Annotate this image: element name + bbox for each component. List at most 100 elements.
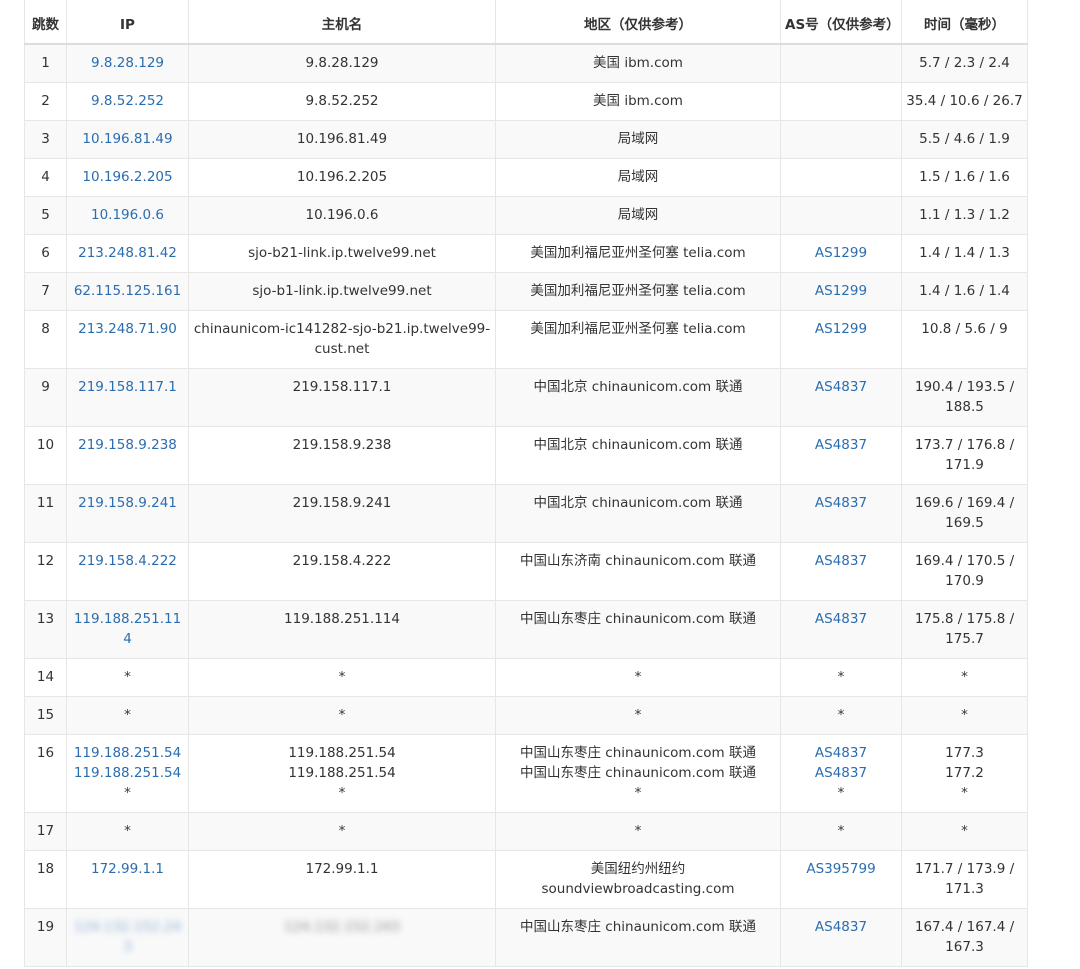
table-row: 7 62.115.125.161 sjo-b1-link.ip.twelve99.n… — [24, 272, 1028, 311]
region-cell: 中国北京 chinaunicom.com 联通 — [495, 368, 781, 427]
table-row: 15 * * * * * — [24, 696, 1028, 735]
ip-link[interactable]: 9.8.52.252 — [71, 91, 184, 111]
host-value: 10.196.2.205 — [296, 169, 388, 185]
region-cell: 中国山东枣庄 chinaunicom.com 联通 — [495, 908, 781, 967]
region-cell: 美国加利福尼亚州圣何塞 telia.com — [495, 310, 781, 369]
table-header: 跳数 IP 主机名 地区（仅供参考） AS号（仅供参考） 时间（毫秒） — [24, 0, 1028, 45]
ip-link[interactable]: 62.115.125.161 — [71, 281, 184, 301]
time-value: 171.7 / 173.9 / 171.3 — [914, 861, 1015, 897]
time-value: * — [961, 669, 968, 685]
asn-link[interactable]: AS4837 — [785, 377, 897, 397]
asn-link[interactable]: AS395799 — [785, 859, 897, 879]
host-value: 119.188.251.114 — [284, 611, 400, 627]
region-value: * — [634, 707, 642, 723]
ip-link[interactable]: 219.158.9.238 — [71, 435, 184, 455]
time-value: 167.4 / 167.4 / 167.3 — [914, 919, 1015, 955]
ip-link[interactable]: 119.188.251.114 — [71, 609, 184, 649]
asn-link[interactable]: AS1299 — [785, 281, 897, 301]
hostname-cell: * — [188, 658, 496, 697]
time-cell: 175.8 / 175.8 / 175.7 — [901, 600, 1028, 659]
asn-cell: AS4837 — [780, 484, 902, 543]
asn-cell: AS1299 — [780, 310, 902, 369]
ip-link[interactable]: 219.158.4.222 — [71, 551, 184, 571]
asn-cell: AS395799 — [780, 850, 902, 909]
ip-link[interactable]: 219.158.117.1 — [71, 377, 184, 397]
header-asn: AS号（仅供参考） — [780, 0, 902, 45]
header-region: 地区（仅供参考） — [495, 0, 781, 45]
ip-cell: 10.196.2.205 — [66, 158, 189, 197]
asn-link[interactable]: AS4837 — [785, 551, 897, 571]
time-cell: 167.4 / 167.4 / 167.3 — [901, 908, 1028, 967]
region-value: * — [634, 785, 642, 801]
region-value: 美国加利福尼亚州圣何塞 telia.com — [530, 283, 746, 299]
ip-link[interactable]: 172.99.1.1 — [71, 859, 184, 879]
host-value: sjo-b21-link.ip.twelve99.net — [248, 245, 436, 261]
region-value: 中国山东济南 chinaunicom.com 联通 — [520, 553, 756, 569]
ip-link[interactable]: 9.8.28.129 — [71, 53, 184, 73]
asn-link[interactable]: AS4837 — [785, 763, 897, 783]
hostname-cell: sjo-b21-link.ip.twelve99.net — [188, 234, 496, 273]
hostname-cell: 219.158.9.241 — [188, 484, 496, 543]
ip-link[interactable]: 213.248.81.42 — [71, 243, 184, 263]
ip-cell: * — [66, 812, 189, 851]
hop-number: 12 — [24, 542, 67, 601]
ip-cell: 9.8.28.129 — [66, 43, 189, 83]
ip-link[interactable]: 10.196.2.205 — [71, 167, 184, 187]
asn-link[interactable]: AS1299 — [785, 243, 897, 263]
asn-cell — [780, 120, 902, 159]
region-value: 中国北京 chinaunicom.com 联通 — [533, 437, 743, 453]
host-value: 219.158.9.238 — [292, 437, 392, 453]
table-row: 8 213.248.71.90 chinaunicom-ic141282-sjo-b… — [24, 310, 1028, 369]
region-value: 局域网 — [617, 131, 659, 147]
asn-link[interactable]: AS4837 — [785, 743, 897, 763]
table-row: 1 9.8.28.129 9.8.28.129 美国 ibm.com 5.7 / 2.3… — [24, 43, 1028, 83]
ip-cell: 10.196.0.6 — [66, 196, 189, 235]
ip-link[interactable]: 219.158.9.241 — [71, 493, 184, 513]
ip-cell: 9.8.52.252 — [66, 82, 189, 121]
hostname-cell: 9.8.28.129 — [188, 43, 496, 83]
asn-cell: AS4837 — [780, 426, 902, 485]
asn-link[interactable]: AS4837 — [785, 917, 897, 937]
asn-link[interactable]: AS4837 — [785, 609, 897, 629]
hop-number: 5 — [24, 196, 67, 235]
region-cell: 中国山东枣庄 chinaunicom.com 联通 — [495, 600, 781, 659]
hop-number: 18 — [24, 850, 67, 909]
host-value: 119.188.251.54 — [288, 765, 396, 781]
hostname-cell: 119.188.251.114 — [188, 600, 496, 659]
ip-cell: 119.188.251.114 — [66, 600, 189, 659]
time-value: 1.4 / 1.4 / 1.3 — [919, 245, 1010, 261]
time-cell: 5.7 / 2.3 / 2.4 — [901, 43, 1028, 83]
time-value: 175.8 / 175.8 / 175.7 — [914, 611, 1015, 647]
ip-link[interactable]: 213.248.71.90 — [71, 319, 184, 339]
region-cell: * — [495, 812, 781, 851]
region-cell: 美国 ibm.com — [495, 82, 781, 121]
time-value: 1.1 / 1.3 / 1.2 — [919, 207, 1010, 223]
asn-link[interactable]: AS4837 — [785, 493, 897, 513]
host-value: 10.196.0.6 — [305, 207, 379, 223]
region-cell: 局域网 — [495, 120, 781, 159]
ip-link[interactable]: 119.188.251.54 — [71, 763, 184, 783]
ip-value: * — [124, 823, 131, 839]
asn-link[interactable]: AS4837 — [785, 435, 897, 455]
ip-link[interactable]: 10.196.0.6 — [71, 205, 184, 225]
ip-link[interactable]: 124.132.152.243 — [71, 917, 184, 957]
hostname-cell: 219.158.9.238 — [188, 426, 496, 485]
host-value: 124.132.152.243 — [284, 919, 400, 935]
host-value: * — [338, 785, 346, 801]
host-value: 10.196.81.49 — [296, 131, 388, 147]
ip-link[interactable]: 119.188.251.54 — [71, 743, 184, 763]
asn-link[interactable]: AS1299 — [785, 319, 897, 339]
region-value: 中国山东枣庄 chinaunicom.com 联通 — [520, 765, 756, 781]
ip-cell: 219.158.117.1 — [66, 368, 189, 427]
hostname-cell: * — [188, 696, 496, 735]
time-cell: 1.5 / 1.6 / 1.6 — [901, 158, 1028, 197]
table-row: 3 10.196.81.49 10.196.81.49 局域网 5.5 / 4.6 / … — [24, 120, 1028, 159]
table-body: 1 9.8.28.129 9.8.28.129 美国 ibm.com 5.7 / 2.3… — [24, 43, 1028, 967]
ip-cell: 219.158.4.222 — [66, 542, 189, 601]
region-cell: 美国 ibm.com — [495, 43, 781, 83]
region-cell: 中国北京 chinaunicom.com 联通 — [495, 484, 781, 543]
hostname-cell: 10.196.2.205 — [188, 158, 496, 197]
time-value: 177.3 — [945, 745, 984, 761]
ip-link[interactable]: 10.196.81.49 — [71, 129, 184, 149]
host-value: * — [338, 669, 346, 685]
